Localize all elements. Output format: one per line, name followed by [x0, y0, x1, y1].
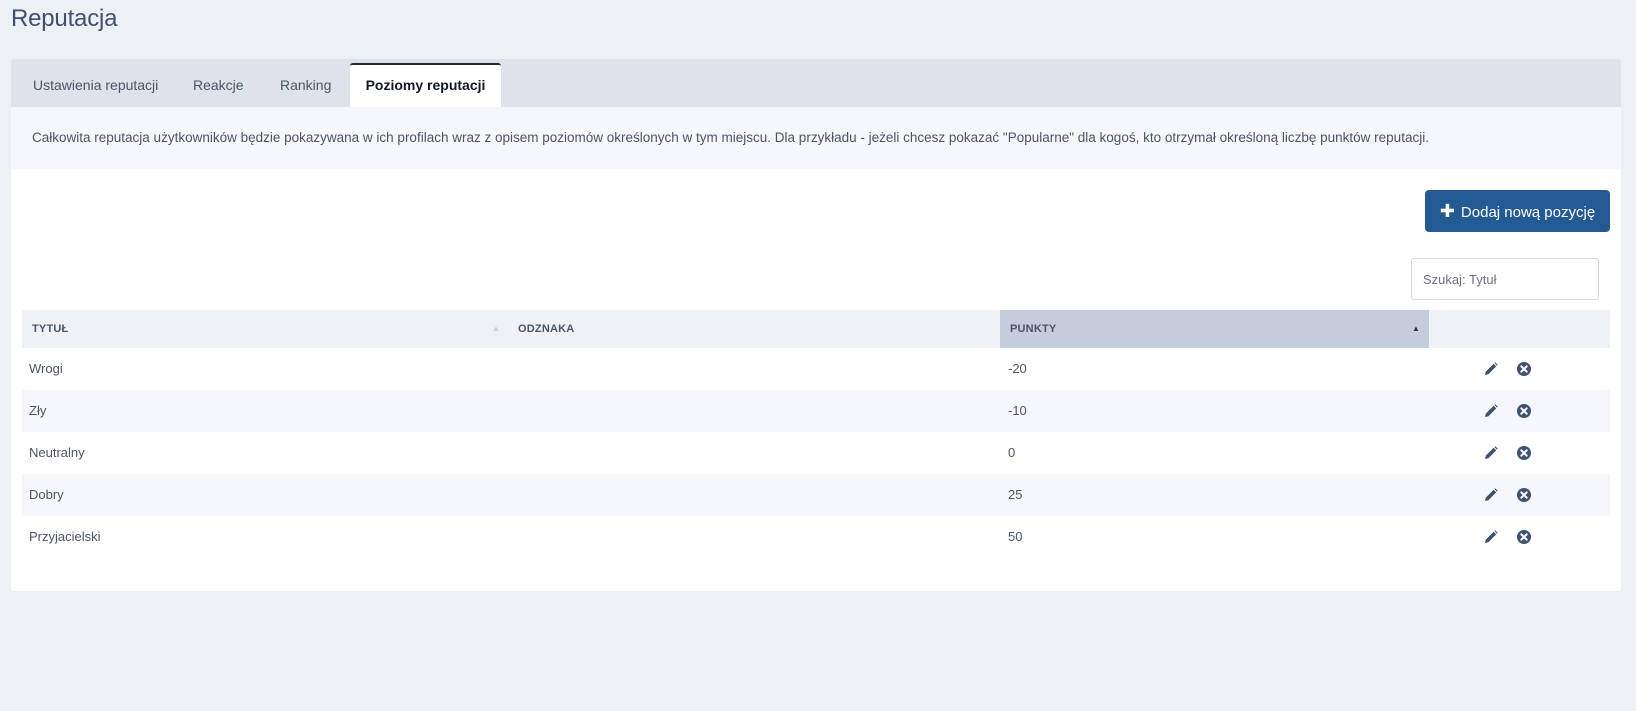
row-title: Dobry — [29, 487, 64, 502]
pencil-icon[interactable] — [1483, 445, 1499, 461]
column-header-points[interactable]: PUNKTY ▲ — [1000, 310, 1429, 348]
row-title: Wrogi — [29, 361, 63, 376]
close-circle-icon[interactable] — [1516, 403, 1532, 419]
search-title-input[interactable] — [1411, 258, 1599, 300]
row-points: -10 — [1008, 403, 1027, 418]
table-row: Wrogi -20 — [22, 348, 1610, 390]
column-header-title[interactable]: TYTUŁ ▲ — [22, 310, 508, 348]
row-points: 0 — [1008, 445, 1016, 460]
row-points: -20 — [1008, 361, 1027, 376]
table-row: Przyjacielski 50 — [22, 516, 1610, 558]
tab-reactions[interactable]: Reakcje — [193, 63, 244, 107]
close-circle-icon[interactable] — [1516, 487, 1532, 503]
reputation-panel: Ustawienia reputacji Reakcje Ranking Poz… — [11, 59, 1621, 591]
pencil-icon[interactable] — [1483, 529, 1499, 545]
pencil-icon[interactable] — [1483, 361, 1499, 377]
page-title: Reputacja — [11, 5, 118, 32]
tab-reputation-levels[interactable]: Poziomy reputacji — [350, 63, 501, 107]
sort-up-icon: ▲ — [1412, 324, 1421, 333]
close-circle-icon[interactable] — [1516, 529, 1532, 545]
row-title: Zły — [29, 403, 47, 418]
row-points: 50 — [1008, 529, 1023, 544]
tab-bar: Ustawienia reputacji Reakcje Ranking Poz… — [11, 59, 1621, 107]
table-row: Zły -10 — [22, 390, 1610, 432]
pencil-icon[interactable] — [1483, 403, 1499, 419]
plus-icon: ✚ — [1439, 201, 1455, 221]
info-text: Całkowita reputacja użytkowników będzie … — [11, 107, 1621, 169]
column-header-badge-label: ODZNAKA — [518, 323, 575, 335]
close-circle-icon[interactable] — [1516, 361, 1532, 377]
sort-up-icon: ▲ — [492, 324, 501, 333]
table-header: TYTUŁ ▲ ODZNAKA PUNKTY ▲ — [22, 310, 1610, 348]
row-points: 25 — [1008, 487, 1023, 502]
tab-ranking[interactable]: Ranking — [280, 63, 331, 107]
column-header-title-label: TYTUŁ — [32, 323, 69, 335]
row-title: Neutralny — [29, 445, 85, 460]
row-title: Przyjacielski — [29, 529, 101, 544]
table-row: Dobry 25 — [22, 474, 1610, 516]
add-new-item-label: Dodaj nową pozycję — [1460, 204, 1596, 221]
column-header-badge: ODZNAKA — [508, 310, 1000, 348]
close-circle-icon[interactable] — [1516, 445, 1532, 461]
table-row: Neutralny 0 — [22, 432, 1610, 474]
add-new-item-button[interactable]: ✚ Dodaj nową pozycję — [1425, 190, 1610, 232]
tab-reputation-settings[interactable]: Ustawienia reputacji — [33, 63, 158, 107]
column-header-points-label: PUNKTY — [1010, 323, 1057, 335]
pencil-icon[interactable] — [1483, 487, 1499, 503]
